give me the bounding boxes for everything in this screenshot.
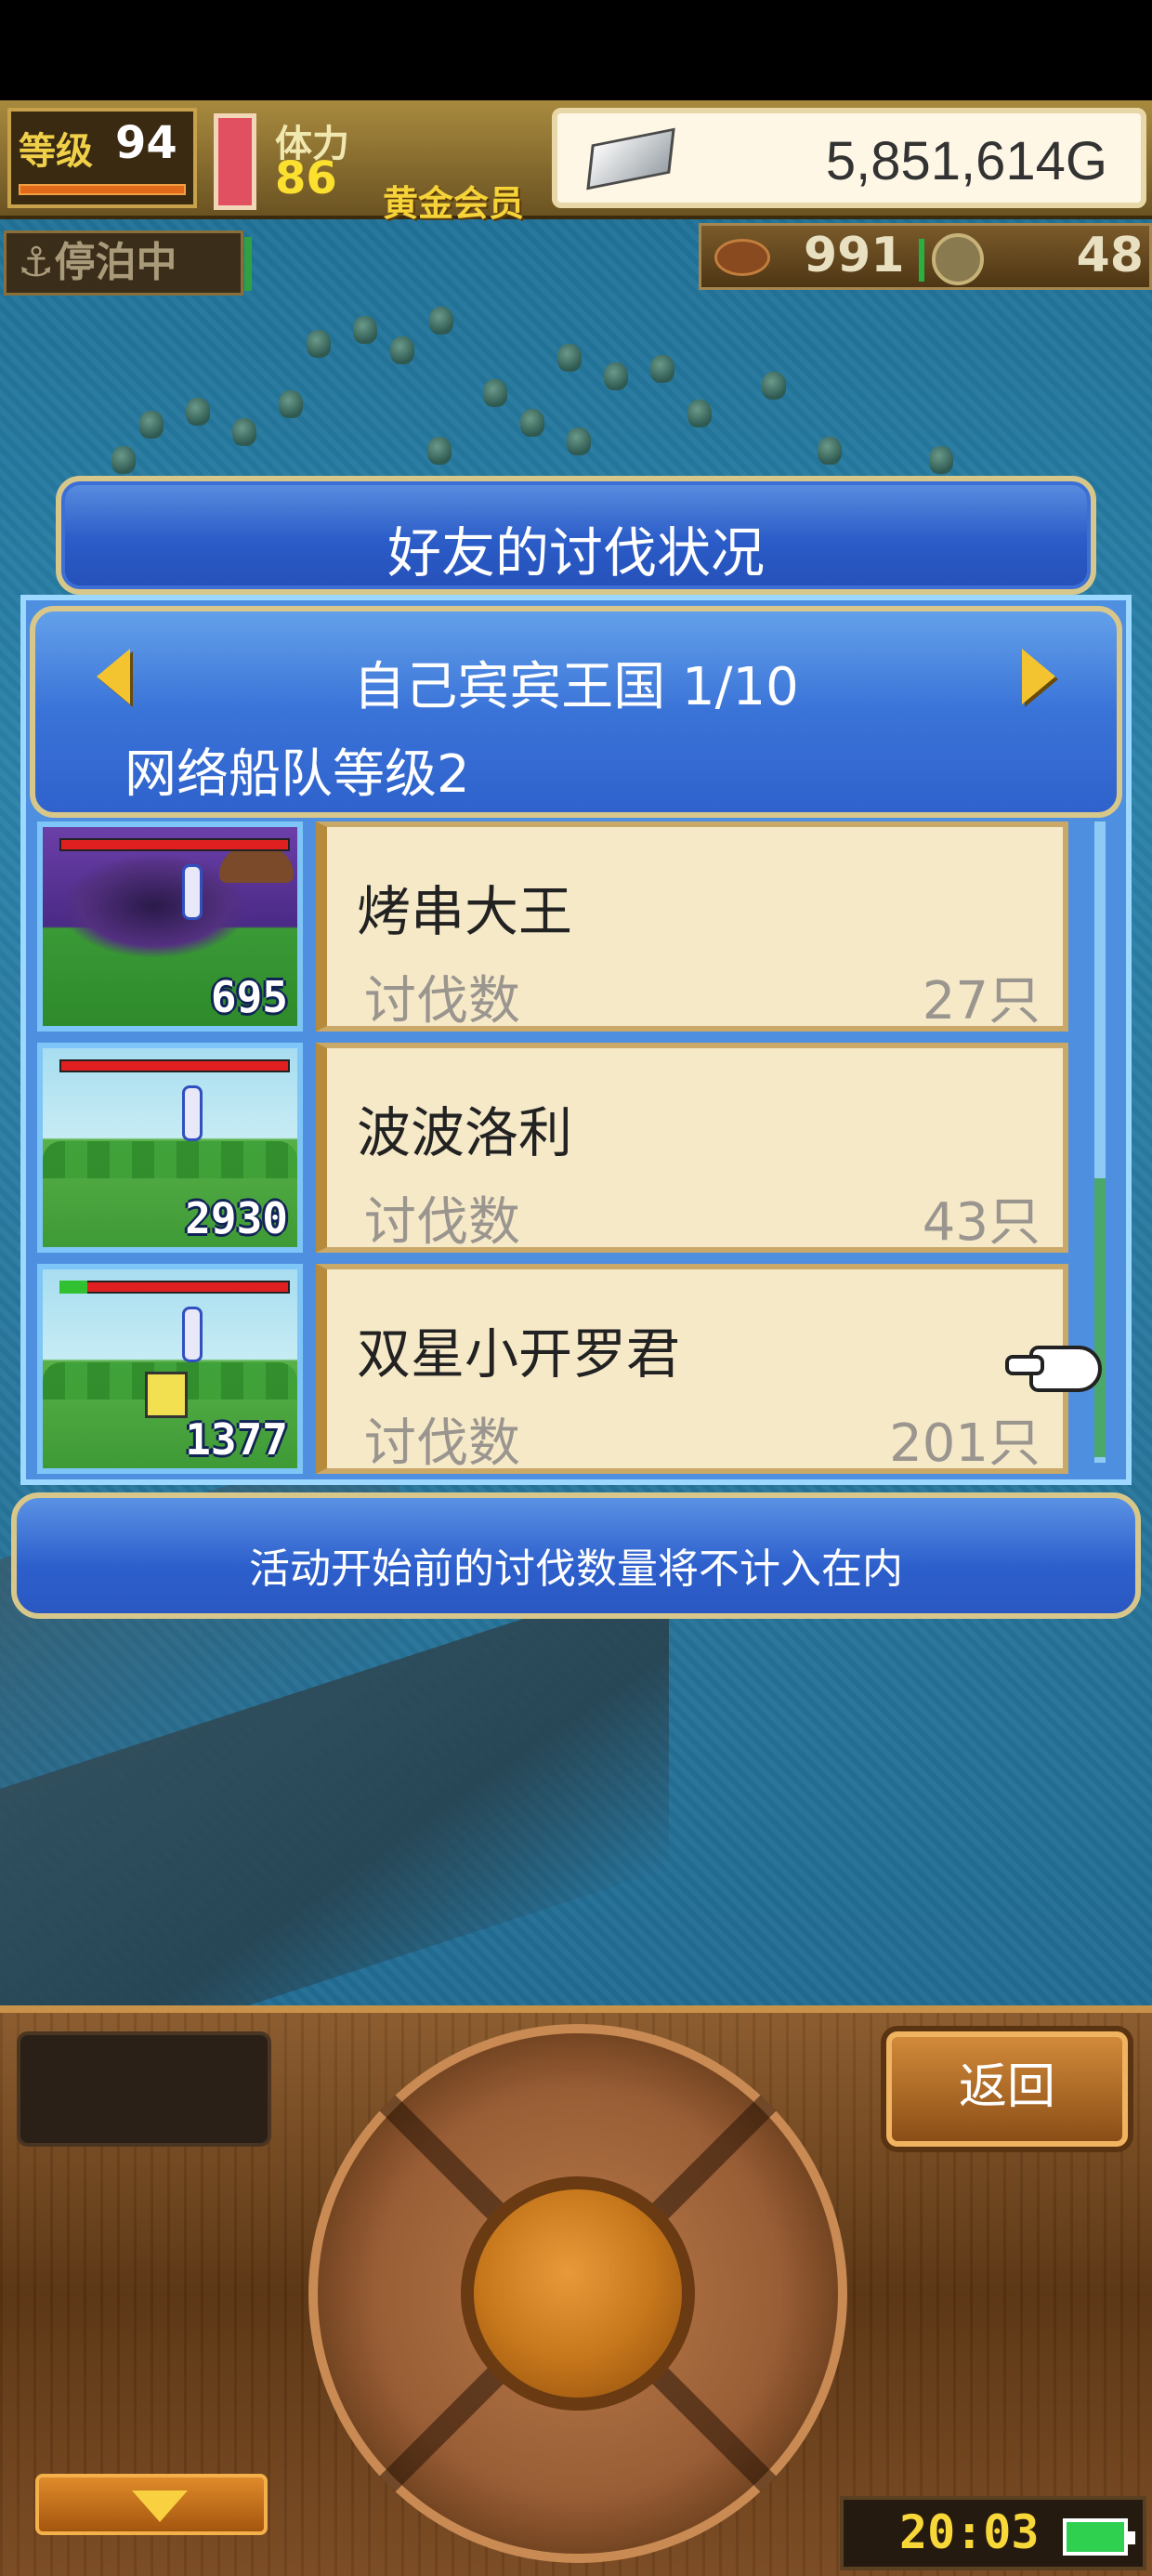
monster-thumbnail: 1377 [37, 1264, 303, 1474]
level-panel: 等级 94 [7, 108, 197, 208]
friend-list[interactable]: 695 烤串大王 讨伐数 27只 2930 波波洛利 讨伐数 43只 1377 [37, 821, 1087, 1474]
monster-level: 1377 [185, 1414, 288, 1465]
alert-icon [182, 864, 203, 920]
kill-label: 讨伐数 [364, 1192, 520, 1253]
friend-row[interactable]: 2930 波波洛利 讨伐数 43只 [37, 1043, 1087, 1253]
stamina-value: 86 [275, 152, 337, 204]
level-value: 94 [115, 117, 177, 169]
docked-status-label: 停泊中 [54, 239, 177, 286]
friend-card[interactable]: 烤串大王 讨伐数 27只 [316, 821, 1068, 1032]
top-black-bar [0, 0, 1152, 100]
monster-hp-remaining [59, 1281, 87, 1294]
back-button[interactable]: 返回 [886, 2031, 1128, 2147]
resource-panel: 991 48 [699, 223, 1152, 290]
friend-row[interactable]: 695 烤串大王 讨伐数 27只 [37, 821, 1087, 1032]
monster-thumbnail: 2930 [37, 1043, 303, 1253]
anchor-icon: ⚓ [18, 239, 55, 286]
notice-box: 活动开始前的讨伐数量将不计入在内 [11, 1492, 1141, 1619]
kill-label: 讨伐数 [364, 971, 520, 1032]
scrollbar-thumb[interactable] [1094, 1178, 1106, 1457]
friend-name: 双星小开罗君 [357, 1322, 681, 1386]
monster-level: 695 [210, 972, 288, 1022]
alert-icon [182, 1085, 203, 1141]
empty-slot [17, 2031, 271, 2147]
monster-thumbnail: 695 [37, 821, 303, 1032]
battery-icon [1063, 2518, 1135, 2556]
dialog-title: 好友的讨伐状况 [386, 521, 765, 585]
friend-name: 烤串大王 [357, 880, 573, 943]
food-icon [714, 239, 770, 276]
kill-count: 27只 [922, 971, 1041, 1032]
stamina-gauge [214, 113, 256, 210]
membership-badge: 黄金会员 [383, 183, 525, 224]
notice-text: 活动开始前的讨伐数量将不计入在内 [249, 1545, 903, 1593]
monster-hat [219, 846, 294, 883]
medal-count: 48 [1076, 228, 1144, 283]
next-page-arrow-icon[interactable] [1022, 649, 1055, 704]
monster-hp-bar [59, 1281, 290, 1294]
kill-label: 讨伐数 [364, 1413, 520, 1474]
level-label: 等级 [19, 130, 93, 173]
kill-count: 201只 [889, 1413, 1041, 1474]
friend-row[interactable]: 1377 双星小开罗君 讨伐数 201只 [37, 1264, 1087, 1474]
monster-level: 2930 [185, 1193, 288, 1243]
chevron-down-icon [132, 2491, 188, 2522]
kill-count: 43只 [922, 1192, 1041, 1253]
kingdom-header: 自己宾宾王国 1/10 网络船队等级2 [30, 606, 1122, 818]
menu-toggle-button[interactable] [35, 2474, 268, 2535]
friend-card[interactable]: 波波洛利 讨伐数 43只 [316, 1043, 1068, 1253]
monster-hp-bar [59, 838, 290, 851]
fleet-level-label: 网络船队等级2 [124, 744, 470, 805]
money-panel: 5,851,614G [552, 108, 1146, 208]
food-count: 991 [804, 228, 905, 283]
status-indicator [244, 237, 252, 291]
silver-bar-icon [586, 127, 675, 191]
stamina-panel: 体力 86 黄金会员 [269, 108, 548, 224]
friend-card[interactable]: 双星小开罗君 讨伐数 201只 [316, 1264, 1068, 1474]
alert-icon [182, 1307, 203, 1362]
dialog-title-box: 好友的讨伐状况 [56, 476, 1096, 595]
resource-divider [919, 239, 924, 282]
kingdom-page-label: 自己宾宾王国 1/10 [353, 657, 799, 717]
robot-sprite [145, 1372, 188, 1418]
medal-icon [932, 233, 984, 285]
friend-name: 波波洛利 [357, 1101, 573, 1164]
forest-background [43, 1141, 297, 1178]
docked-status: ⚓停泊中 [4, 230, 252, 296]
money-value: 5,851,614G [825, 131, 1107, 191]
dpad-center-button[interactable] [461, 2176, 695, 2411]
clock-time: 20:03 [899, 2505, 1040, 2559]
exp-bar [19, 184, 186, 195]
pointer-hand-icon [1005, 1346, 1102, 1392]
clock-panel: 20:03 [840, 2496, 1146, 2570]
monster-hp-bar [59, 1059, 290, 1072]
